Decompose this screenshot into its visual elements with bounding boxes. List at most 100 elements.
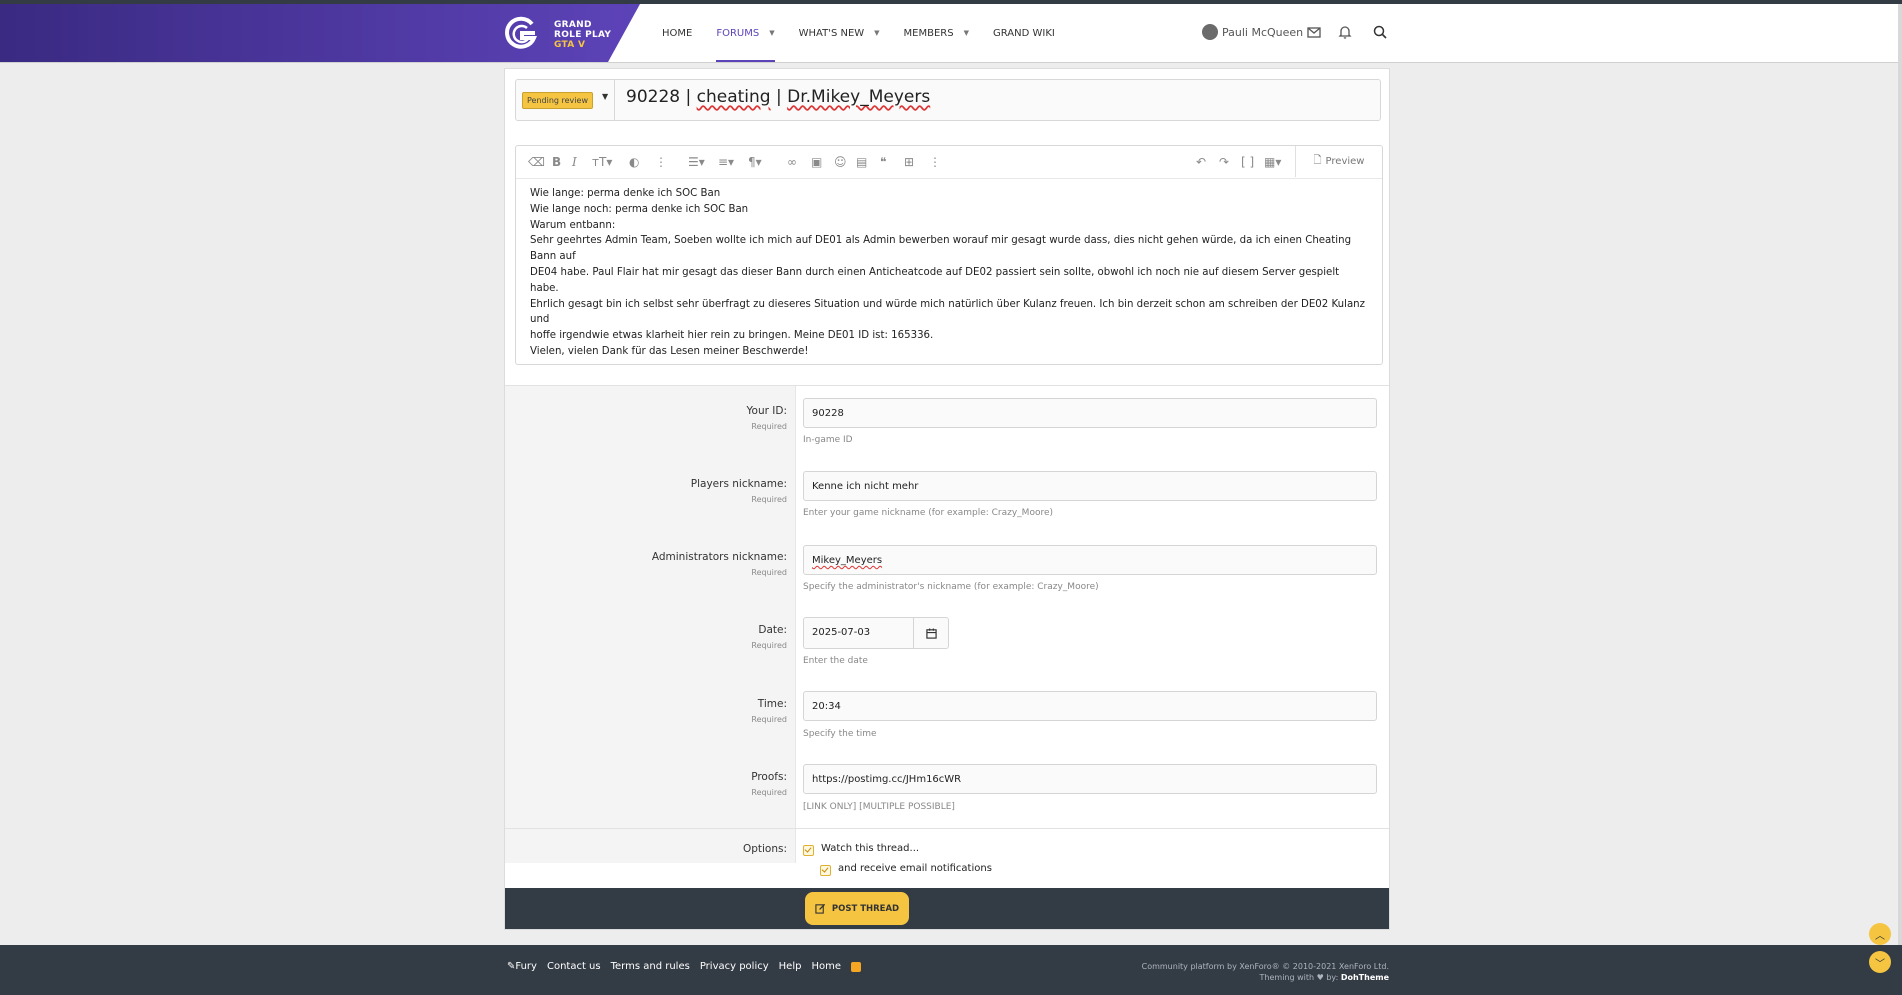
chevron-down-icon[interactable]: ▼ (769, 29, 774, 37)
title-part: | (770, 87, 788, 107)
align-icon[interactable]: ≡▾ (718, 155, 734, 169)
footer-link-style[interactable]: ✎Fury (507, 961, 537, 972)
footer-link-home[interactable]: Home (811, 961, 841, 972)
watch-thread-label[interactable]: Watch this thread... (821, 843, 919, 854)
link-icon[interactable]: ∞ (787, 155, 797, 169)
message-editor[interactable]: ⌫ B I ᴛT▾ ◐ ⋮ ☰▾ ≡▾ ¶▾ ∞ ▣ ☺ ▤ ❝ ⊞ ⋮ ↶ ↷… (515, 145, 1383, 365)
theming-by: by: (1326, 973, 1339, 982)
envelope-icon[interactable] (1306, 24, 1322, 40)
more-icon[interactable]: ⋮ (655, 155, 667, 169)
post-thread-button[interactable]: POST THREAD (805, 892, 909, 925)
admin-nickname-input[interactable]: Mikey_Meyers (803, 545, 1377, 575)
footer-link-terms[interactable]: Terms and rules (611, 961, 690, 972)
italic-icon[interactable]: I (572, 155, 577, 169)
your-id-label: Your ID: Required (746, 405, 787, 431)
options-label: Options: (742, 843, 787, 855)
nav-grand-wiki[interactable]: GRAND WIKI (981, 4, 1067, 62)
chevron-down-icon[interactable]: ▼ (964, 29, 969, 37)
rss-icon[interactable] (851, 962, 861, 972)
editor-line: Warum entbann: (530, 219, 616, 231)
submit-bar: POST THREAD (505, 888, 1389, 929)
username: Pauli McQueen (1222, 25, 1304, 39)
palette-icon[interactable]: ◐ (629, 155, 639, 169)
chevron-up-icon: ︿ (1875, 930, 1885, 942)
scroll-top-button[interactable]: ︿ (1869, 923, 1891, 945)
chevron-down-icon: ﹀ (1875, 958, 1885, 970)
logo-band[interactable] (0, 4, 640, 62)
heart-icon: ♥ (1316, 973, 1324, 982)
thread-title-bar: Pending review ▼ 90228 | cheating | Dr.M… (515, 79, 1381, 121)
editor-line: DE04 habe. Paul Flair hat mir gesagt das… (530, 266, 1340, 294)
preview-icon: 🗋 (1313, 155, 1322, 166)
nav-members-label: MEMBERS (903, 27, 954, 39)
bell-icon[interactable] (1337, 24, 1353, 40)
preview-button[interactable]: 🗋 Preview (1295, 146, 1382, 177)
watch-thread-checkbox[interactable] (803, 845, 814, 856)
nav-whats-new-label: WHAT'S NEW (798, 27, 865, 39)
email-notifications-checkbox[interactable] (820, 865, 831, 876)
date-hint: Enter the date (803, 656, 868, 666)
drafts-icon[interactable]: ▦▾ (1264, 155, 1281, 169)
copyright-line1[interactable]: Community platform by XenForo® © 2010-20… (1142, 961, 1389, 972)
redo-icon[interactable]: ↷ (1219, 155, 1229, 169)
title-part: 90228 | (626, 87, 697, 107)
site-footer: ✎Fury Contact us Terms and rules Privacy… (0, 945, 1902, 995)
grand-logo-icon[interactable] (502, 16, 538, 52)
media-icon[interactable]: ▤ (856, 155, 867, 169)
email-notifications-label[interactable]: and receive email notifications (838, 863, 992, 874)
nav-members[interactable]: MEMBERS ▼ (892, 4, 981, 62)
site-header: GRAND ROLE PLAY GTA V HOME FORUMS ▼ WHAT'… (0, 4, 1902, 63)
logo-line2: ROLE PLAY (554, 30, 612, 40)
more-icon[interactable]: ⋮ (929, 155, 941, 169)
players-nickname-label: Players nickname: Required (690, 478, 787, 504)
theme-brand-link[interactable]: DohTheme (1341, 973, 1389, 982)
title-part: cheating (696, 87, 771, 107)
quote-icon[interactable]: ❝ (880, 155, 886, 169)
editor-line: Sehr geehrtes Admin Team, Soeben wollte … (530, 235, 1352, 263)
list-icon[interactable]: ☰▾ (688, 155, 705, 169)
logo-text: GRAND ROLE PLAY GTA V (554, 20, 611, 50)
prefix-badge[interactable]: Pending review (522, 92, 593, 109)
nav-whats-new[interactable]: WHAT'S NEW ▼ (787, 4, 892, 62)
footer-link-privacy[interactable]: Privacy policy (700, 961, 769, 972)
bbcode-icon[interactable]: [ ] (1241, 155, 1254, 169)
chevron-down-icon[interactable]: ▼ (874, 29, 879, 37)
editor-content[interactable]: Wie lange: perma denke ich SOC Ban Wie l… (530, 186, 1370, 360)
date-input[interactable]: 2025-07-03 (803, 617, 949, 649)
divider (505, 828, 1389, 829)
smiley-icon[interactable]: ☺ (834, 155, 847, 169)
undo-icon[interactable]: ↶ (1196, 155, 1206, 169)
page-scrollbar[interactable] (1898, 4, 1902, 995)
players-nickname-input[interactable]: Kenne ich nicht mehr (803, 471, 1377, 501)
user-menu[interactable]: Pauli McQueen (1202, 24, 1303, 40)
date-label: Date: Required (751, 624, 787, 650)
footer-link-help[interactable]: Help (779, 961, 802, 972)
editor-line: Ehrlich gesagt bin ich selbst sehr überf… (530, 298, 1365, 326)
theming-text: Theming with (1259, 973, 1315, 982)
footer-link-contact[interactable]: Contact us (547, 961, 601, 972)
image-icon[interactable]: ▣ (811, 155, 822, 169)
calendar-button[interactable] (913, 618, 948, 648)
main-nav: HOME FORUMS ▼ WHAT'S NEW ▼ MEMBERS ▼ GRAND … (650, 4, 1067, 62)
post-thread-label: POST THREAD (831, 903, 900, 914)
players-nickname-hint: Enter your game nickname (for example: C… (803, 508, 1054, 518)
table-icon[interactable]: ⊞ (904, 155, 914, 169)
search-icon[interactable] (1372, 24, 1388, 40)
proofs-label: Proofs: Required (751, 771, 787, 797)
paragraph-icon[interactable]: ¶▾ (748, 155, 762, 169)
proofs-input[interactable]: https://postimg.cc/JHm16cWR (803, 764, 1377, 794)
date-value: 2025-07-03 (812, 627, 871, 638)
your-id-input[interactable]: 90228 (803, 398, 1377, 428)
bold-icon[interactable]: B (552, 155, 561, 169)
nav-forums[interactable]: FORUMS ▼ (704, 4, 786, 62)
font-size-icon[interactable]: ᴛT▾ (592, 155, 612, 169)
eraser-icon[interactable]: ⌫ (528, 155, 545, 169)
divider (505, 385, 1389, 386)
scroll-bottom-button[interactable]: ﹀ (1869, 951, 1891, 973)
chevron-down-icon[interactable]: ▼ (602, 92, 608, 101)
title-part: Dr.Mikey_Meyers (787, 87, 931, 107)
thread-title-input[interactable]: 90228 | cheating | Dr.Mikey_Meyers (626, 87, 930, 107)
editor-line: hoffe irgendwie etwas klarheit hier rein… (530, 330, 934, 342)
nav-home[interactable]: HOME (650, 4, 704, 62)
time-input[interactable]: 20:34 (803, 691, 1377, 721)
